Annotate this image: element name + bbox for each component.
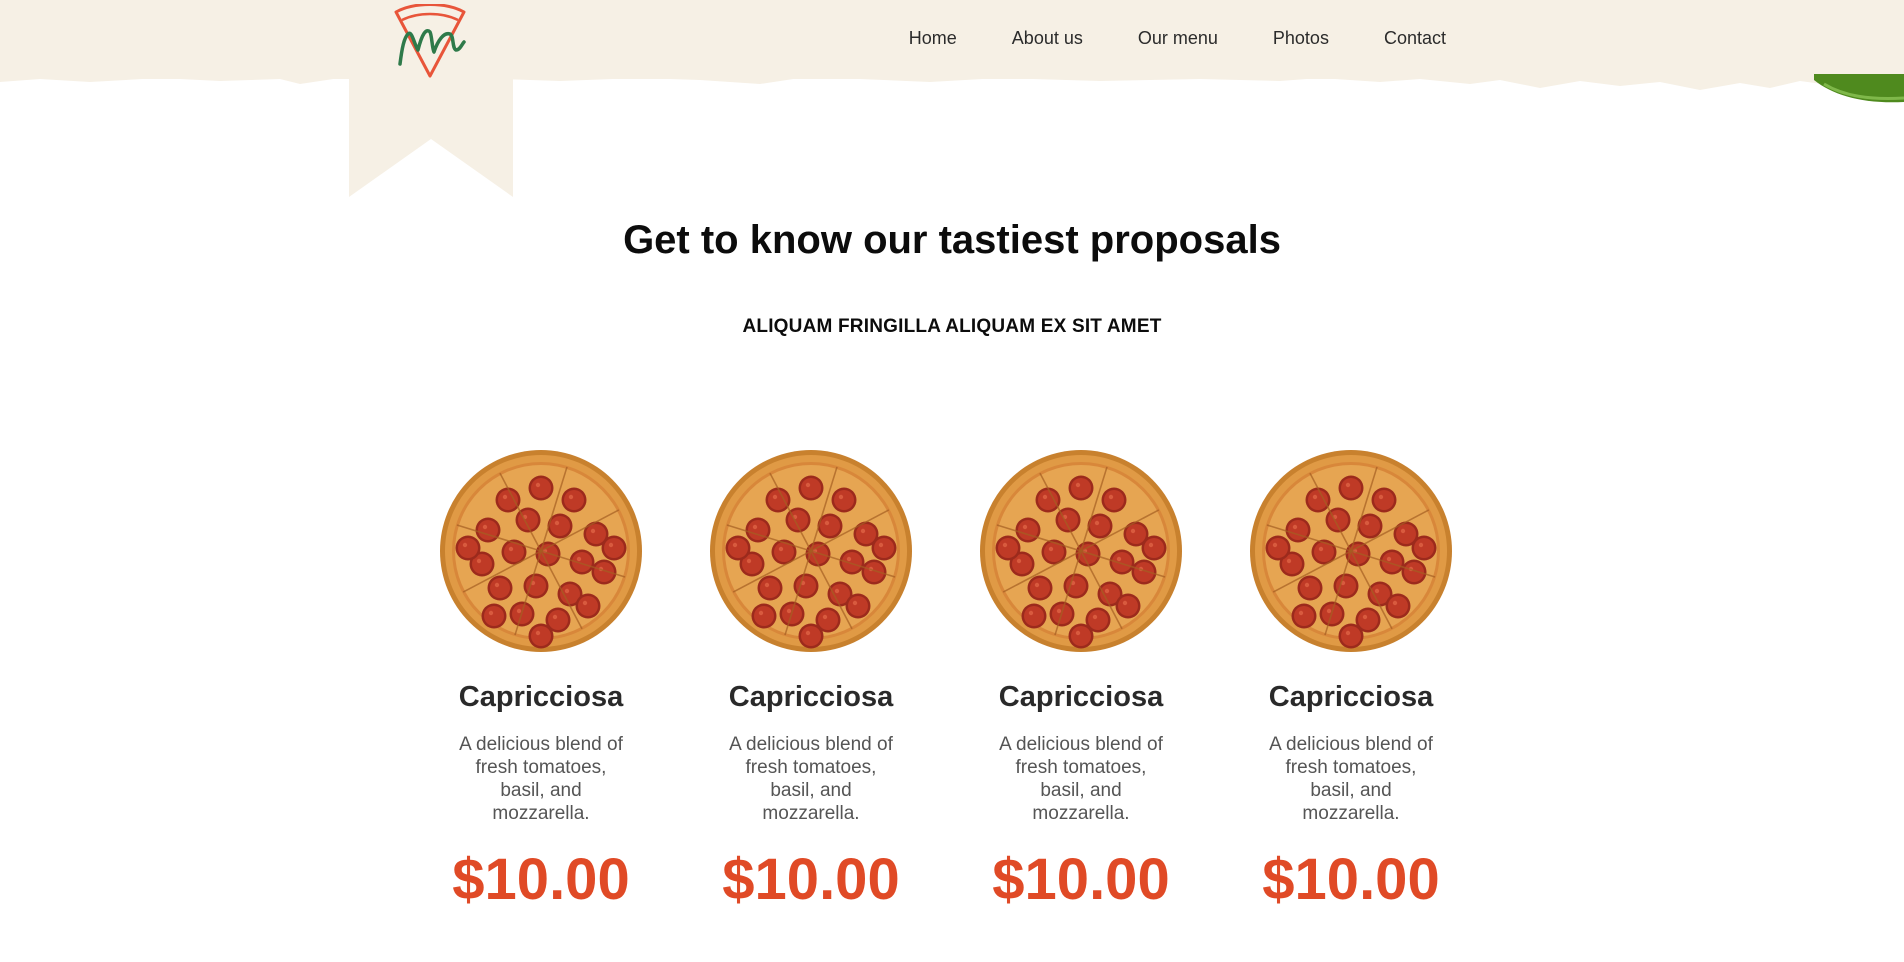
product-price: $10.00 — [452, 847, 630, 912]
nav-photos[interactable]: Photos — [1273, 28, 1329, 49]
torn-edge-divider — [0, 76, 1904, 90]
nav-about-us[interactable]: About us — [1012, 28, 1083, 49]
logo[interactable] — [392, 3, 468, 80]
nav-our-menu[interactable]: Our menu — [1138, 28, 1218, 49]
leaf-decoration — [1814, 74, 1904, 103]
product-list: Capricciosa A delicious blend of fresh t… — [437, 448, 1455, 912]
pizza-slice-logo-icon — [394, 3, 466, 78]
product-description: A delicious blend of fresh tomatoes, bas… — [459, 734, 623, 824]
product-card[interactable]: Capricciosa A delicious blend of fresh t… — [437, 448, 645, 912]
product-description: A delicious blend of fresh tomatoes, bas… — [729, 734, 893, 824]
product-name: Capricciosa — [728, 681, 894, 713]
section-subtitle: ALIQUAM FRINGILLA ALIQUAM EX SIT AMET — [742, 316, 1162, 337]
pepperoni-pizza-image — [710, 450, 912, 652]
product-card[interactable]: Capricciosa A delicious blend of fresh t… — [707, 448, 915, 912]
nav-home[interactable]: Home — [909, 28, 957, 49]
main-nav: Home About us Our menu Photos Contact — [909, 28, 1446, 49]
product-description: A delicious blend of fresh tomatoes, bas… — [1269, 734, 1433, 824]
product-description: A delicious blend of fresh tomatoes, bas… — [999, 734, 1163, 824]
pepperoni-pizza-image — [980, 450, 1182, 652]
product-price: $10.00 — [722, 847, 900, 912]
product-name: Capricciosa — [1268, 681, 1434, 713]
product-name: Capricciosa — [998, 681, 1164, 713]
product-card[interactable]: Capricciosa A delicious blend of fresh t… — [1247, 448, 1455, 912]
product-card[interactable]: Capricciosa A delicious blend of fresh t… — [977, 448, 1185, 912]
pepperoni-pizza-image — [440, 450, 642, 652]
product-price: $10.00 — [992, 847, 1170, 912]
nav-contact[interactable]: Contact — [1384, 28, 1446, 49]
product-name: Capricciosa — [458, 681, 624, 713]
pepperoni-pizza-image — [1250, 450, 1452, 652]
section-title: Get to know our tastiest proposals — [623, 218, 1281, 262]
page: Home About us Our menu Photos Contact Ge… — [0, 0, 1904, 962]
logo-ribbon — [349, 78, 513, 197]
product-price: $10.00 — [1262, 847, 1440, 912]
